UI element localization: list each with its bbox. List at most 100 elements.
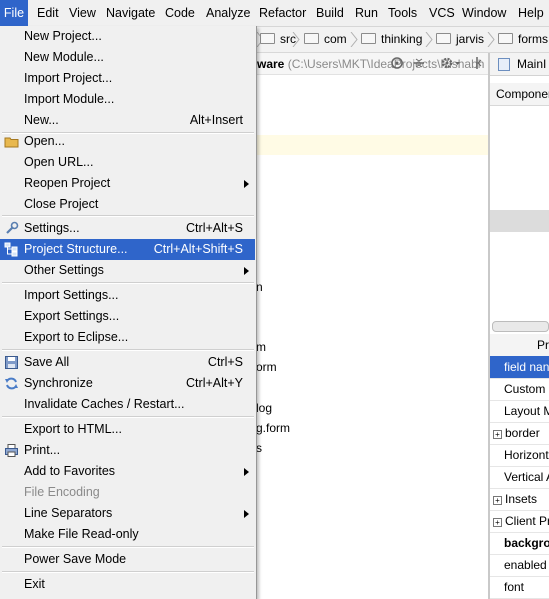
- property-row[interactable]: font: [490, 576, 549, 599]
- breadcrumb-separator-icon: [292, 32, 300, 47]
- breadcrumb-separator-icon: [487, 32, 495, 47]
- property-row[interactable]: enabled: [490, 554, 549, 577]
- menu-separator: [2, 571, 254, 573]
- menu-item-add-to-favorites[interactable]: Add to Favorites: [0, 461, 255, 482]
- breadcrumb-separator-icon: [350, 32, 358, 47]
- print-icon: [5, 444, 18, 457]
- menu-item-power-save-mode[interactable]: Power Save Mode: [0, 549, 255, 570]
- menu-analyze[interactable]: Analyze: [206, 0, 250, 26]
- tree-fragment: orm: [256, 360, 277, 374]
- menu-view[interactable]: View: [69, 0, 96, 26]
- breadcrumb-src[interactable]: src: [260, 27, 296, 52]
- menu-item-export-settings[interactable]: Export Settings...: [0, 306, 255, 327]
- menu-refactor[interactable]: Refactor: [259, 0, 306, 26]
- expand-icon[interactable]: +: [493, 518, 502, 527]
- menu-edit[interactable]: Edit: [37, 0, 59, 26]
- folder-icon: [498, 33, 513, 45]
- sync-icon: [5, 377, 18, 390]
- menu-item-settings[interactable]: Settings... Ctrl+Alt+S: [0, 218, 255, 239]
- menu-item-export-eclipse[interactable]: Export to Eclipse...: [0, 327, 255, 348]
- property-row[interactable]: + Insets: [490, 488, 549, 511]
- editor-tab-main[interactable]: MainI: [490, 53, 549, 76]
- ui-designer-panel: MainI Componer Pr field nan Custom Layou…: [490, 53, 549, 599]
- target-icon[interactable]: [390, 56, 404, 70]
- property-row[interactable]: Horizont: [490, 444, 549, 467]
- breadcrumb-separator-icon: [425, 32, 433, 47]
- project-name: ware: [257, 57, 285, 71]
- property-row[interactable]: + Client Pr: [490, 510, 549, 533]
- menu-item-print[interactable]: Print...: [0, 440, 255, 461]
- menu-build[interactable]: Build: [316, 0, 344, 26]
- menu-help[interactable]: Help: [518, 0, 544, 26]
- menu-item-reopen-project[interactable]: Reopen Project: [0, 173, 255, 194]
- submenu-arrow-icon: [244, 180, 249, 188]
- shortcut-label: Ctrl+Alt+Shift+S: [153, 242, 243, 256]
- menu-item-import-settings[interactable]: Import Settings...: [0, 285, 255, 306]
- submenu-arrow-icon: [244, 267, 249, 275]
- menu-vcs[interactable]: VCS: [429, 0, 455, 26]
- hide-panel-icon[interactable]: [470, 56, 484, 70]
- menu-separator: [2, 416, 254, 418]
- expand-icon[interactable]: +: [493, 496, 502, 505]
- property-row[interactable]: Vertical A: [490, 466, 549, 489]
- shortcut-label: Alt+Insert: [189, 113, 243, 127]
- splitter-bar[interactable]: [490, 210, 549, 232]
- horizontal-scrollbar[interactable]: [492, 321, 549, 332]
- menu-item-synchronize[interactable]: Synchronize Ctrl+Alt+Y: [0, 373, 255, 394]
- navigation-breadcrumb: src com thinking jarvis forms: [256, 27, 549, 53]
- file-menu-dropdown: New Project... New Module... Import Proj…: [0, 26, 257, 599]
- menu-item-import-project[interactable]: Import Project...: [0, 68, 255, 89]
- menu-item-new[interactable]: New... Alt+Insert: [0, 110, 255, 131]
- breadcrumb-com[interactable]: com: [304, 27, 347, 52]
- menu-item-new-project[interactable]: New Project...: [0, 26, 255, 47]
- menu-file[interactable]: File: [0, 0, 28, 26]
- property-row[interactable]: Custom: [490, 378, 549, 401]
- property-row[interactable]: backgro: [490, 532, 549, 555]
- shortcut-label: Ctrl+Alt+Y: [186, 376, 243, 390]
- component-tree-header: Componer: [490, 83, 549, 106]
- properties-header: Pr: [490, 334, 549, 357]
- tree-fragment: g.form: [256, 421, 291, 435]
- property-row[interactable]: + border: [490, 422, 549, 445]
- breadcrumb-forms[interactable]: forms: [498, 27, 548, 52]
- shortcut-label: Ctrl+Alt+S: [186, 221, 243, 235]
- menu-item-exit[interactable]: Exit: [0, 574, 255, 595]
- menu-item-import-module[interactable]: Import Module...: [0, 89, 255, 110]
- folder-icon: [304, 33, 319, 45]
- submenu-arrow-icon: [244, 468, 249, 476]
- menu-item-new-module[interactable]: New Module...: [0, 47, 255, 68]
- shortcut-label: Ctrl+S: [207, 355, 243, 369]
- menu-separator: [2, 349, 254, 351]
- form-file-icon: [498, 58, 510, 71]
- menu-window[interactable]: Window: [462, 0, 506, 26]
- menu-item-invalidate-caches[interactable]: Invalidate Caches / Restart...: [0, 394, 255, 415]
- menu-item-line-separators[interactable]: Line Separators: [0, 503, 255, 524]
- breadcrumb-jarvis[interactable]: jarvis: [436, 27, 484, 52]
- property-row[interactable]: field nan: [490, 356, 549, 379]
- folder-icon: [4, 137, 19, 148]
- menu-item-make-read-only[interactable]: Make File Read-only: [0, 524, 255, 545]
- menu-run[interactable]: Run: [355, 0, 378, 26]
- collapse-all-icon[interactable]: [412, 56, 426, 70]
- menu-bar: File Edit View Navigate Code Analyze Ref…: [0, 0, 549, 27]
- menu-separator: [2, 215, 254, 217]
- menu-navigate[interactable]: Navigate: [106, 0, 155, 26]
- menu-item-close-project[interactable]: Close Project: [0, 194, 255, 215]
- property-row[interactable]: Layout M: [490, 400, 549, 423]
- folder-icon: [361, 33, 376, 45]
- menu-item-file-encoding: File Encoding: [24, 485, 100, 499]
- menu-code[interactable]: Code: [165, 0, 195, 26]
- menu-item-export-html[interactable]: Export to HTML...: [0, 419, 255, 440]
- menu-item-other-settings[interactable]: Other Settings: [0, 260, 255, 281]
- menu-tools[interactable]: Tools: [388, 0, 417, 26]
- menu-item-open-url[interactable]: Open URL...: [0, 152, 255, 173]
- menu-item-open[interactable]: Open...: [0, 131, 255, 152]
- menu-item-save-all[interactable]: Save All Ctrl+S: [0, 352, 255, 373]
- menu-item-project-structure[interactable]: Project Structure... Ctrl+Alt+Shift+S: [0, 239, 255, 260]
- menu-separator: [2, 546, 254, 548]
- gear-icon[interactable]: [440, 56, 462, 70]
- breadcrumb-thinking[interactable]: thinking: [361, 27, 422, 52]
- wrench-icon: [6, 221, 19, 234]
- expand-icon[interactable]: +: [493, 430, 502, 439]
- submenu-arrow-icon: [244, 510, 249, 518]
